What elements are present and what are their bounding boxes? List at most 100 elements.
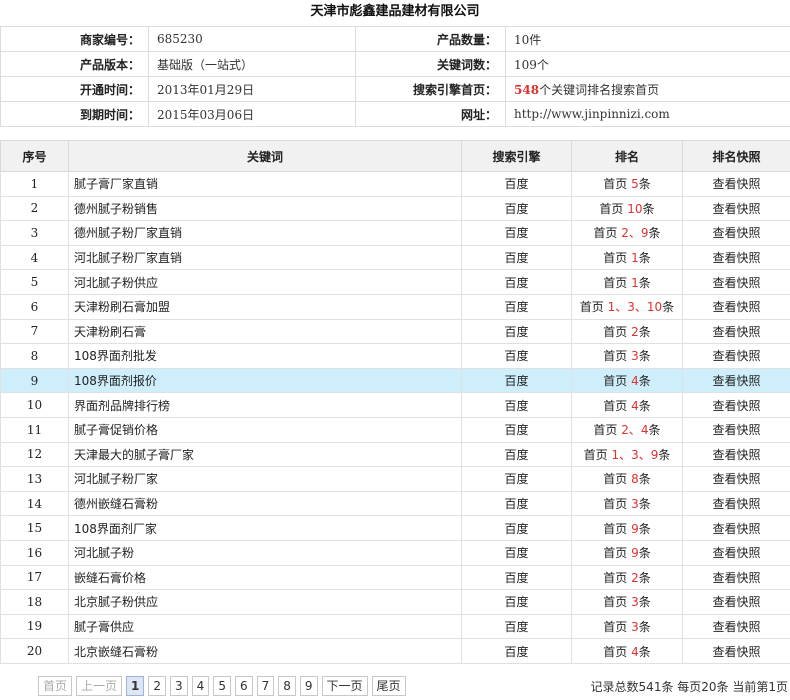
row-snapshot-link[interactable]: 查看快照 <box>682 220 790 246</box>
engine-home-count: 548 <box>514 82 540 97</box>
row-snapshot-link[interactable]: 查看快照 <box>682 367 790 394</box>
table-row: 6 天津粉刷石膏加盟 百度 首页 1、3、10条 查看快照 <box>0 293 790 320</box>
rank-prefix: 首页 <box>593 423 618 438</box>
row-engine: 百度 <box>461 367 572 394</box>
table-row: 9 108界面剂报价 百度 首页 4条 查看快照 <box>0 367 790 394</box>
rank-positions: 10 <box>627 201 643 216</box>
row-snapshot-link[interactable]: 查看快照 <box>682 564 790 591</box>
rank-prefix: 首页 <box>599 201 624 216</box>
row-number: 14 <box>0 490 69 517</box>
keyword-count-value: 109个 <box>505 51 790 77</box>
rank-suffix: 条 <box>648 423 661 438</box>
row-keyword: 河北腻子粉厂家直销 <box>68 244 462 271</box>
row-snapshot-link[interactable]: 查看快照 <box>682 269 790 295</box>
pagination: 首页 上一页 123456789 下一页 尾页 记录总数541条 每页20条 当… <box>0 676 790 698</box>
row-keyword: 德州腻子粉厂家直销 <box>68 220 462 246</box>
row-snapshot-link[interactable]: 查看快照 <box>682 466 790 492</box>
rank-prefix: 首页 <box>593 226 618 241</box>
rank-positions: 9 <box>631 521 639 536</box>
rank-suffix: 条 <box>638 521 651 536</box>
row-engine: 百度 <box>461 564 572 591</box>
page-button-7[interactable]: 7 <box>256 676 275 696</box>
page-button-8[interactable]: 8 <box>278 676 296 696</box>
rank-positions: 3 <box>631 349 639 364</box>
rank-prefix: 首页 <box>579 300 604 315</box>
prev-page-button[interactable]: 上一页 <box>76 676 123 696</box>
rank-prefix: 首页 <box>603 398 628 413</box>
row-snapshot-link[interactable]: 查看快照 <box>682 441 790 468</box>
keyword-count-label: 关键词数： <box>355 51 506 77</box>
row-engine: 百度 <box>461 466 572 492</box>
page-button-1[interactable]: 1 <box>126 676 145 696</box>
row-snapshot-link[interactable]: 查看快照 <box>682 171 790 197</box>
row-snapshot-link[interactable]: 查看快照 <box>682 515 790 541</box>
row-snapshot-link[interactable]: 查看快照 <box>682 195 790 222</box>
row-snapshot-link[interactable]: 查看快照 <box>682 490 790 517</box>
row-engine: 百度 <box>461 490 572 517</box>
table-row: 8 108界面剂批发 百度 首页 3条 查看快照 <box>0 343 790 369</box>
row-snapshot-link[interactable]: 查看快照 <box>682 392 790 418</box>
row-engine: 百度 <box>461 343 572 369</box>
row-engine: 百度 <box>461 244 572 271</box>
rank-prefix: 首页 <box>603 472 628 487</box>
row-snapshot-link[interactable]: 查看快照 <box>682 539 790 566</box>
merchant-id-value: 685230 <box>148 26 356 52</box>
table-row: 11 腻子膏促销价格 百度 首页 2、4条 查看快照 <box>0 416 790 443</box>
page-button-6[interactable]: 6 <box>234 676 253 696</box>
row-engine: 百度 <box>461 589 572 615</box>
row-number: 3 <box>0 220 69 246</box>
table-row: 5 河北腻子粉供应 百度 首页 1条 查看快照 <box>0 269 790 295</box>
rank-prefix: 首页 <box>603 546 628 561</box>
page-button-3[interactable]: 3 <box>170 676 188 696</box>
engine-home-label: 搜索引擎首页： <box>355 76 506 102</box>
first-page-button[interactable]: 首页 <box>38 676 73 696</box>
website-link[interactable]: http://www.jinpinnizi.com <box>505 101 790 127</box>
rank-positions: 3 <box>631 619 639 634</box>
table-row: 17 嵌缝石膏价格 百度 首页 2条 查看快照 <box>0 564 790 591</box>
rank-positions: 3 <box>631 595 639 610</box>
row-number: 18 <box>0 589 69 615</box>
rank-positions: 4 <box>631 374 639 389</box>
row-snapshot-link[interactable]: 查看快照 <box>682 589 790 615</box>
row-number: 6 <box>0 293 69 320</box>
table-row: 1 腻子膏厂家直销 百度 首页 5条 查看快照 <box>0 171 790 197</box>
row-snapshot-link[interactable]: 查看快照 <box>682 343 790 369</box>
row-snapshot-link[interactable]: 查看快照 <box>682 318 790 345</box>
rank-suffix: 条 <box>638 275 651 290</box>
row-keyword: 德州腻子粉销售 <box>68 195 462 222</box>
row-rank: 首页 1条 <box>571 269 683 295</box>
row-snapshot-link[interactable]: 查看快照 <box>682 638 790 664</box>
row-snapshot-link[interactable]: 查看快照 <box>682 293 790 320</box>
table-row: 2 德州腻子粉销售 百度 首页 10条 查看快照 <box>0 195 790 222</box>
row-rank: 首页 10条 <box>571 195 683 222</box>
row-engine: 百度 <box>461 441 572 468</box>
row-number: 20 <box>0 638 69 664</box>
page-button-4[interactable]: 4 <box>191 676 210 696</box>
row-number: 11 <box>0 416 69 443</box>
row-keyword: 天津粉刷石膏 <box>68 318 462 345</box>
table-row: 12 天津最大的腻子膏厂家 百度 首页 1、3、9条 查看快照 <box>0 441 790 468</box>
page-button-2[interactable]: 2 <box>148 676 167 696</box>
page-button-9[interactable]: 9 <box>299 676 318 696</box>
table-row: 15 108界面剂厂家 百度 首页 9条 查看快照 <box>0 515 790 541</box>
row-rank: 首页 3条 <box>571 343 683 369</box>
row-number: 19 <box>0 613 69 640</box>
rank-positions: 1 <box>631 275 639 290</box>
row-number: 15 <box>0 515 69 541</box>
rank-prefix: 首页 <box>603 595 628 610</box>
rank-positions: 1、3、10 <box>607 300 663 315</box>
last-page-button[interactable]: 尾页 <box>371 676 406 696</box>
rank-positions: 8 <box>631 472 639 487</box>
next-page-button[interactable]: 下一页 <box>321 676 368 696</box>
open-time-value: 2013年01月29日 <box>148 76 356 102</box>
expire-value: 2015年03月06日 <box>148 101 356 127</box>
row-snapshot-link[interactable]: 查看快照 <box>682 416 790 443</box>
row-rank: 首页 1、3、10条 <box>571 293 683 320</box>
row-rank: 首页 3条 <box>571 589 683 615</box>
row-snapshot-link[interactable]: 查看快照 <box>682 613 790 640</box>
row-number: 16 <box>0 539 69 566</box>
row-snapshot-link[interactable]: 查看快照 <box>682 244 790 271</box>
row-rank: 首页 1、3、9条 <box>571 441 683 468</box>
page-button-5[interactable]: 5 <box>213 676 231 696</box>
table-row: 4 河北腻子粉厂家直销 百度 首页 1条 查看快照 <box>0 244 790 271</box>
